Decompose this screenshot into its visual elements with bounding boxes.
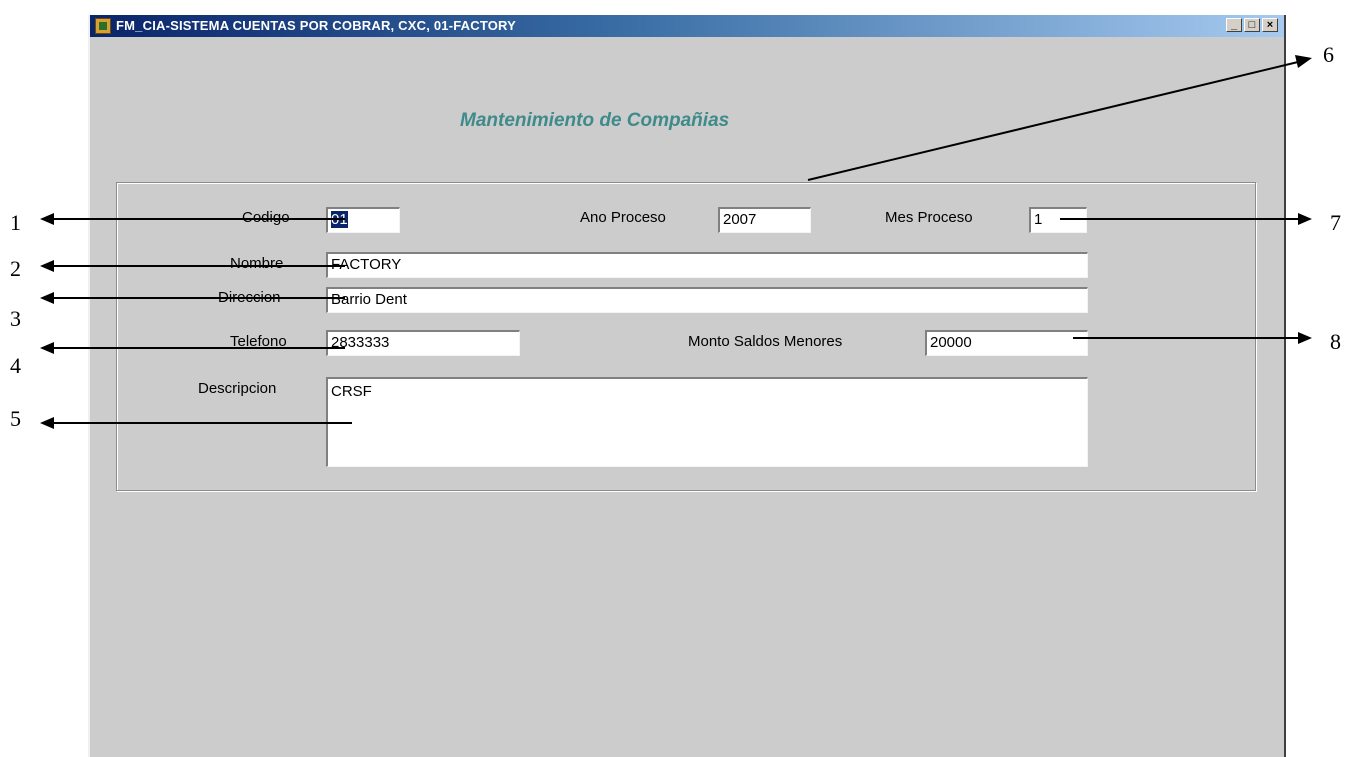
arrow-6 [807,55,1312,181]
